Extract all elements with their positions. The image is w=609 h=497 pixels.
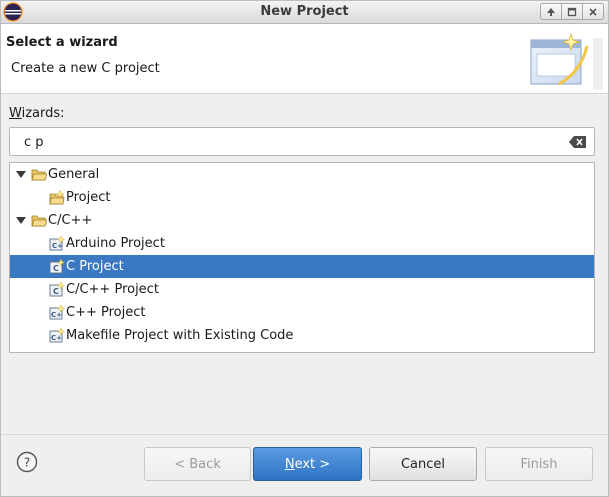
tree-item-cpp-category[interactable]: C/C++ <box>10 209 594 232</box>
header-title: Select a wizard <box>6 35 118 50</box>
window-controls <box>540 3 604 20</box>
svg-text:C: C <box>53 287 59 296</box>
svg-text:?: ? <box>24 456 30 470</box>
button-bar-separator <box>1 434 608 435</box>
finish-button[interactable]: Finish <box>485 447 593 481</box>
wizards-label: Wizards: <box>9 106 65 121</box>
svg-text:C: C <box>53 264 59 273</box>
title-bar[interactable]: New Project <box>1 1 608 24</box>
tree-item-c-cpp-project[interactable]: C C/C++ Project <box>10 278 594 301</box>
makefile-project-wizard-icon: C+ <box>49 328 65 343</box>
tree-item-label: Makefile Project with Existing Code <box>66 328 294 343</box>
c-project-wizard-icon: C <box>49 259 65 274</box>
project-wizard-icon <box>49 190 65 205</box>
cpp-project-wizard-icon: C+ <box>49 305 65 320</box>
wizard-filter-input[interactable] <box>24 133 564 151</box>
open-folder-icon <box>31 215 47 227</box>
arrow-up-icon <box>547 7 555 16</box>
tree-item-general[interactable]: General <box>10 163 594 186</box>
new-project-dialog: New Project Select a wizard Create a new… <box>0 0 609 497</box>
maximize-up-button[interactable] <box>540 3 562 20</box>
tree-item-c-project[interactable]: C C Project <box>10 255 594 278</box>
clear-filter-icon[interactable] <box>569 136 586 148</box>
tree-item-arduino-project[interactable]: C+ Arduino Project <box>10 232 594 255</box>
svg-text:C+: C+ <box>51 334 62 342</box>
tree-item-label: C/C++ Project <box>66 282 159 297</box>
svg-text:C+: C+ <box>51 311 62 319</box>
restore-icon <box>567 7 577 16</box>
tree-item-label: C Project <box>66 259 124 274</box>
tree-item-label: General <box>48 167 100 182</box>
expand-arrow-icon[interactable] <box>16 217 26 225</box>
tree-item-label: C++ Project <box>66 305 146 320</box>
wizard-tree[interactable]: General Project C/C++ C+ Arduino Project… <box>9 162 595 353</box>
header-description: Create a new C project <box>11 61 160 76</box>
wizard-header: Select a wizard Create a new C project <box>1 24 608 94</box>
next-button[interactable]: Next > <box>253 447 362 481</box>
restore-button[interactable] <box>561 3 583 20</box>
tree-item-makefile-project[interactable]: C+ Makefile Project with Existing Code <box>10 324 594 347</box>
wizard-banner-icon <box>530 32 603 90</box>
help-icon[interactable]: ? <box>16 451 38 473</box>
open-folder-icon <box>31 169 47 181</box>
tree-item-label: Arduino Project <box>66 236 165 251</box>
c-project-wizard-icon: C <box>49 282 65 297</box>
tree-item-project[interactable]: Project <box>10 186 594 209</box>
close-button[interactable] <box>582 3 604 20</box>
close-icon <box>589 7 597 16</box>
tree-item-label: Project <box>66 190 111 205</box>
expand-arrow-icon[interactable] <box>16 171 26 179</box>
svg-text:C+: C+ <box>52 242 63 250</box>
tree-item-label: C/C++ <box>48 213 93 228</box>
window-title: New Project <box>260 4 349 19</box>
back-button[interactable]: < Back <box>144 447 251 481</box>
wizard-filter-field[interactable] <box>9 127 595 156</box>
tree-item-cpp-project[interactable]: C+ C++ Project <box>10 301 594 324</box>
cancel-button[interactable]: Cancel <box>369 447 477 481</box>
c-project-wizard-icon: C+ <box>49 236 65 251</box>
